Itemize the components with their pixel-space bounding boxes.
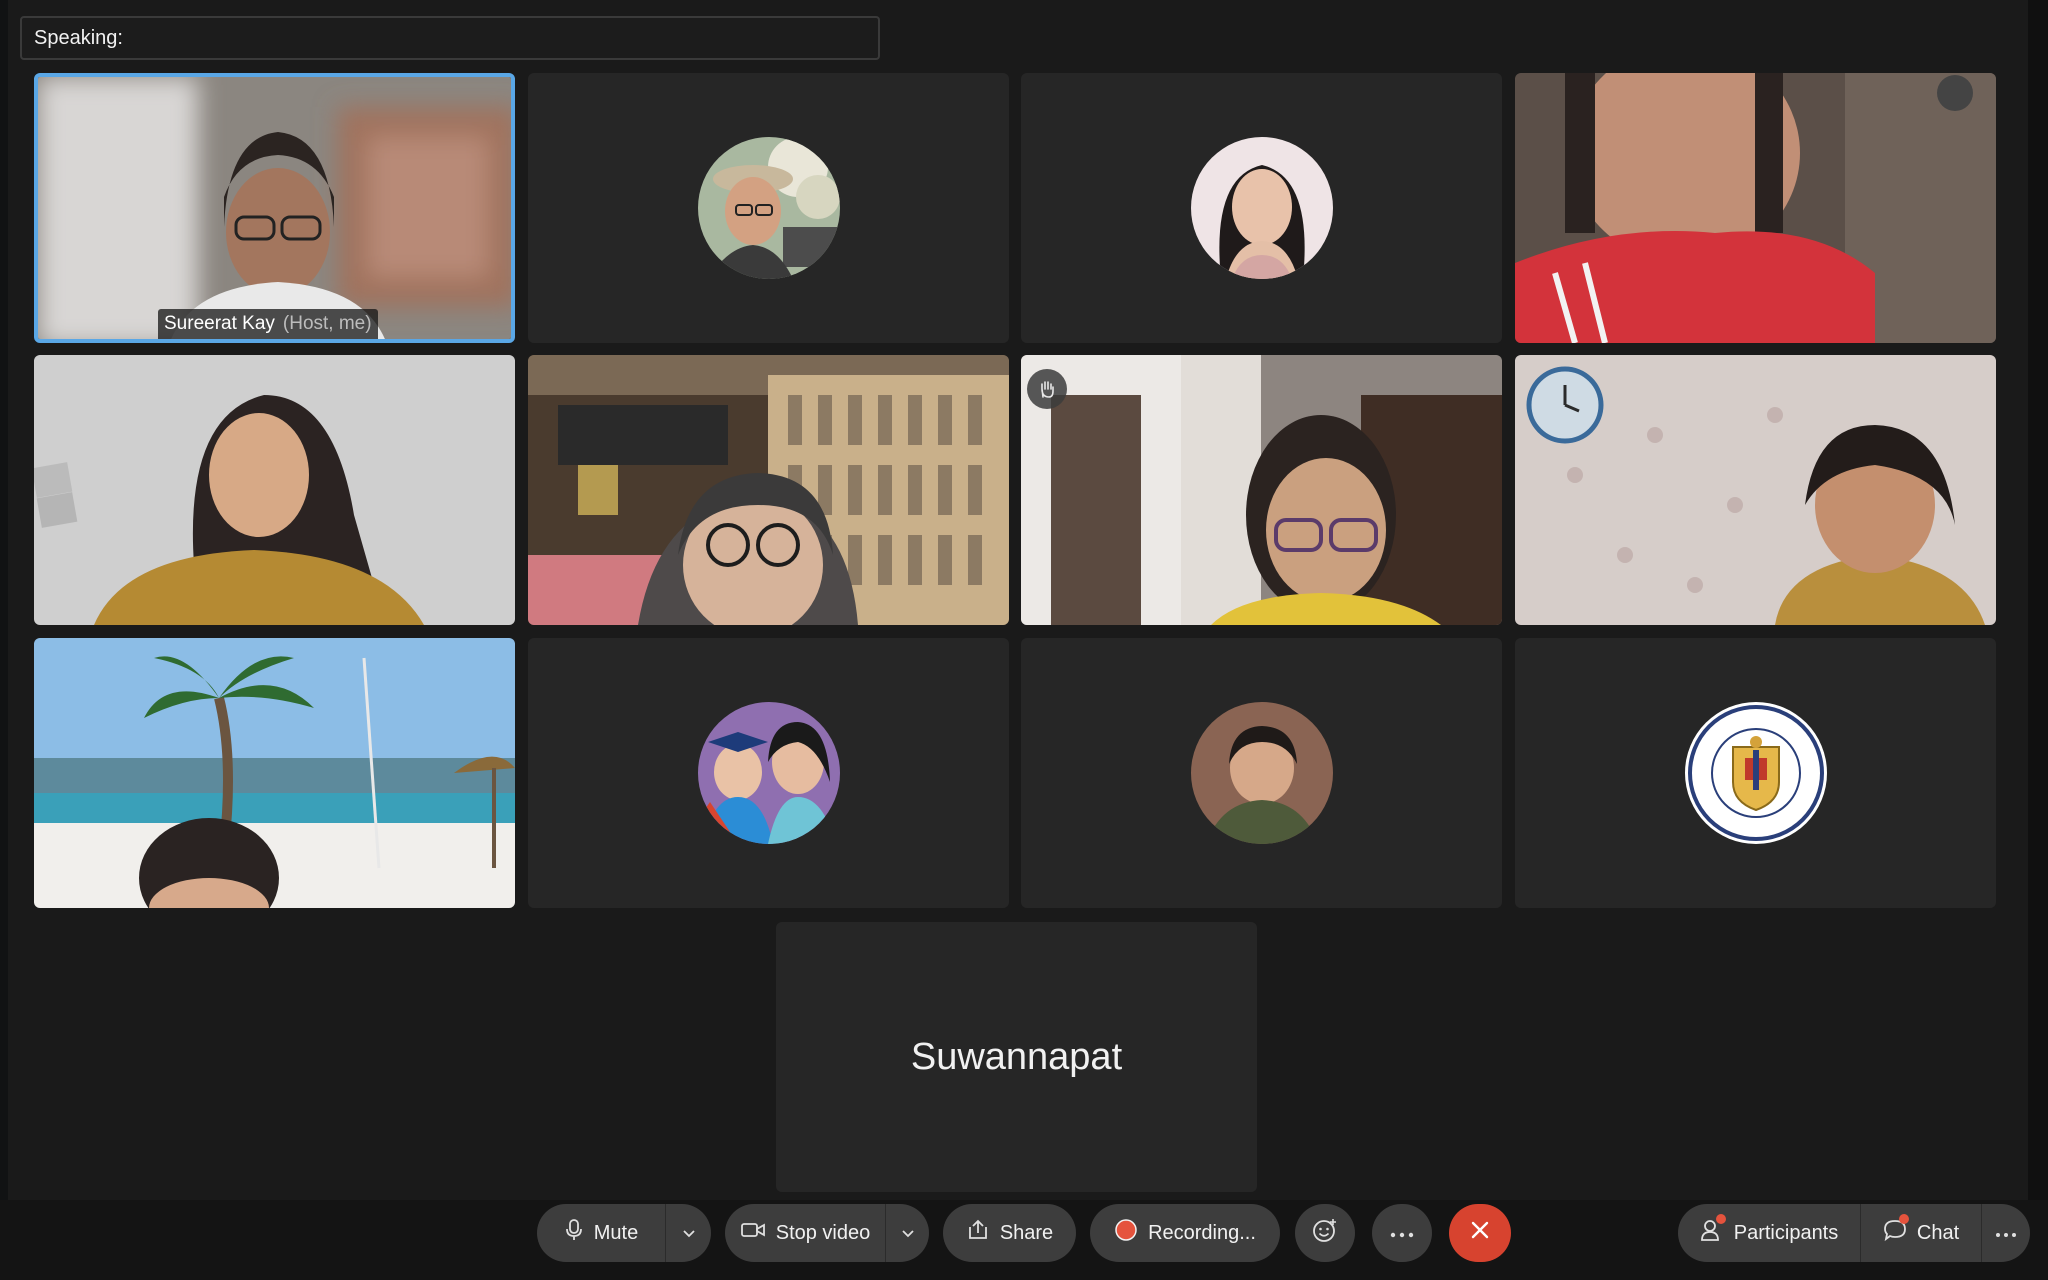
participant-placeholder-tile[interactable]: Suwannapat	[776, 922, 1257, 1192]
video-tile-5[interactable]	[34, 355, 515, 625]
video-feed	[34, 638, 515, 908]
video-tile-10[interactable]	[528, 638, 1009, 908]
close-icon	[1470, 1220, 1490, 1246]
video-feed	[34, 355, 515, 625]
video-tile-3[interactable]	[1021, 73, 1502, 343]
speaking-indicator: Speaking:	[20, 16, 880, 60]
participant-avatar	[697, 137, 840, 279]
participants-button[interactable]: Participants	[1678, 1204, 1860, 1262]
participant-avatar	[697, 702, 840, 844]
video-feed	[528, 355, 1009, 625]
chevron-down-icon	[901, 1222, 915, 1245]
participant-nametag: Sureerat Kay (Host, me)	[158, 309, 378, 339]
mute-button-group: Mute	[537, 1204, 711, 1262]
participant-name: Sureerat Kay	[164, 313, 275, 334]
chevron-down-icon	[682, 1222, 696, 1245]
recording-button[interactable]: Recording...	[1090, 1204, 1280, 1262]
chat-button[interactable]: Chat	[1861, 1204, 1981, 1262]
mute-label: Mute	[593, 1221, 639, 1244]
chat-icon	[1883, 1214, 1909, 1248]
side-panel-group: Participants Chat	[1678, 1204, 2030, 1262]
participants-label: Participants	[1733, 1221, 1839, 1244]
mute-button[interactable]: Mute	[537, 1204, 665, 1262]
panel-more-button[interactable]	[1982, 1204, 2030, 1262]
share-button[interactable]: Share	[943, 1204, 1076, 1262]
video-tile-7[interactable]	[1021, 355, 1502, 625]
video-tile-self[interactable]: Sureerat Kay (Host, me)	[34, 73, 515, 343]
video-feed	[1515, 355, 1996, 625]
end-meeting-button[interactable]	[1449, 1204, 1511, 1262]
video-tile-4[interactable]	[1515, 73, 1996, 343]
reaction-icon	[1311, 1216, 1339, 1250]
share-label: Share	[999, 1221, 1054, 1244]
raise-hand-icon	[1027, 369, 1067, 409]
video-tile-8[interactable]	[1515, 355, 1996, 625]
participants-icon	[1700, 1214, 1726, 1248]
more-icon	[1995, 1222, 2017, 1245]
notification-dot	[1898, 1214, 1909, 1224]
microphone-icon	[564, 1218, 584, 1248]
notification-dot	[1715, 1214, 1726, 1224]
video-options-button[interactable]	[886, 1204, 929, 1262]
participant-role: (Host, me)	[282, 313, 372, 334]
more-options-button[interactable]	[1372, 1204, 1432, 1262]
video-tile-11[interactable]	[1021, 638, 1502, 908]
speaking-label: Speaking:	[34, 26, 123, 49]
audio-options-button[interactable]	[666, 1204, 711, 1262]
chat-label: Chat	[1916, 1221, 1960, 1244]
reactions-button[interactable]	[1295, 1204, 1355, 1262]
video-tile-12[interactable]	[1515, 638, 1996, 908]
window-edge	[2028, 0, 2048, 1200]
video-feed	[38, 77, 511, 339]
video-tile-2[interactable]	[528, 73, 1009, 343]
video-tile-6[interactable]	[528, 355, 1009, 625]
video-tile-9[interactable]	[34, 638, 515, 908]
participant-avatar	[1190, 137, 1333, 279]
school-seal-avatar	[1684, 702, 1827, 844]
stop-video-button[interactable]: Stop video	[725, 1204, 885, 1262]
share-icon	[966, 1219, 990, 1247]
more-icon	[1389, 1222, 1415, 1245]
recording-label: Recording...	[1148, 1221, 1256, 1244]
video-feed	[1021, 355, 1502, 625]
stop-video-label: Stop video	[775, 1221, 871, 1244]
placeholder-name: Suwannapat	[910, 1035, 1123, 1078]
video-camera-icon	[740, 1221, 766, 1245]
video-feed	[1515, 73, 1996, 343]
video-button-group: Stop video	[725, 1204, 929, 1262]
participant-avatar	[1190, 702, 1333, 844]
record-icon	[1114, 1218, 1138, 1248]
